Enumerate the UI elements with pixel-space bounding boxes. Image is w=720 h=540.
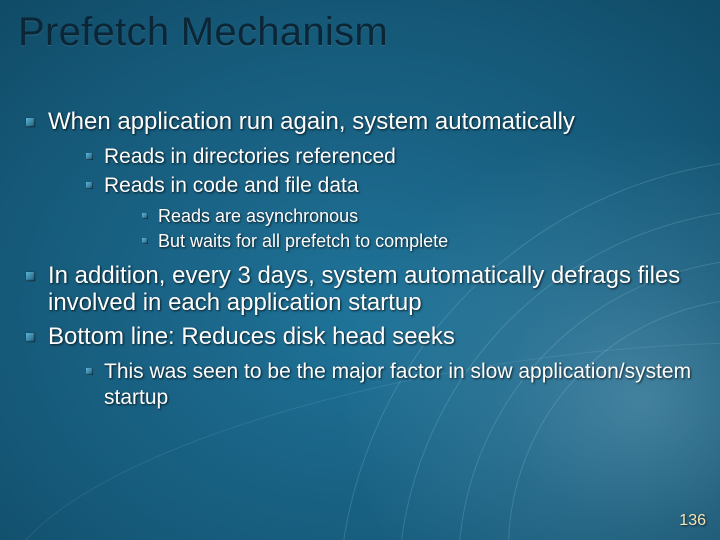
bullet-text: When application run again, system autom… — [48, 108, 575, 135]
page-number: 136 — [679, 512, 706, 530]
bullet-level3: Reads are asynchronous — [140, 205, 692, 228]
slide-body: When application run again, system autom… — [22, 108, 692, 417]
bullet-text: This was seen to be the major factor in … — [104, 360, 691, 409]
slide: Prefetch Mechanism When application run … — [0, 0, 720, 540]
bullet-list: When application run again, system autom… — [22, 108, 692, 411]
bullet-level1: When application run again, system autom… — [22, 108, 692, 254]
bullet-text: Reads in code and file data — [104, 174, 359, 197]
bullet-text: But waits for all prefetch to complete — [158, 231, 448, 251]
bullet-level3: But waits for all prefetch to complete — [140, 230, 692, 253]
slide-title: Prefetch Mechanism — [18, 10, 388, 55]
bullet-level1: In addition, every 3 days, system automa… — [22, 262, 692, 317]
bullet-list: Reads in directories referenced Reads in… — [84, 144, 692, 254]
bullet-level2: Reads in code and file data Reads are as… — [84, 173, 692, 254]
bullet-level2: This was seen to be the major factor in … — [84, 359, 692, 412]
bullet-level2: Reads in directories referenced — [84, 144, 692, 170]
bullet-text: Reads are asynchronous — [158, 206, 358, 226]
bullet-text: In addition, every 3 days, system automa… — [48, 262, 680, 317]
bullet-level1: Bottom line: Reduces disk head seeks Thi… — [22, 323, 692, 411]
bullet-text: Reads in directories referenced — [104, 145, 396, 168]
bullet-text: Bottom line: Reduces disk head seeks — [48, 323, 455, 350]
bullet-list: Reads are asynchronous But waits for all… — [140, 205, 692, 254]
bullet-list: This was seen to be the major factor in … — [84, 359, 692, 412]
